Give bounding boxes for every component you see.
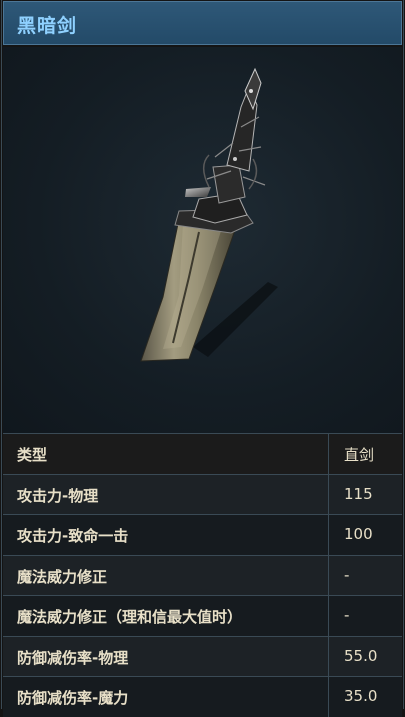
- stat-value: -: [344, 606, 350, 624]
- stat-value: 35.0: [344, 687, 378, 705]
- stat-label: 防御减伤率-魔力: [17, 689, 129, 707]
- dark-sword-icon: [140, 67, 278, 362]
- stats-table: 类型 直剑 攻击力-物理 115 攻击力-致命一击 100 魔法威力修正 - 魔…: [3, 433, 402, 717]
- stat-value: 100: [344, 525, 373, 543]
- stats-row: 防御减伤率-物理 55.0: [3, 635, 402, 676]
- stat-label: 防御减伤率-物理: [17, 648, 129, 667]
- stats-row: 攻击力-致命一击 100: [3, 514, 402, 555]
- stat-value: 直剑: [344, 446, 375, 464]
- stat-label: 魔法威力修正: [17, 567, 108, 586]
- stat-value: 115: [344, 484, 373, 503]
- stats-row: 攻击力-物理 115: [3, 473, 402, 514]
- stat-label: 攻击力-物理: [17, 486, 99, 505]
- stat-label: 魔法威力修正（理和信最大值时）: [17, 608, 243, 626]
- stats-row: 魔法威力修正（理和信最大值时） -: [3, 595, 402, 636]
- stat-label: 类型: [17, 446, 48, 464]
- stat-label: 攻击力-致命一击: [17, 527, 129, 545]
- stats-row: 魔法威力修正 -: [3, 554, 402, 595]
- item-info-panel: 黑暗剑 类型 直剑 攻击力-物理 115 攻击力-致命一击 100 魔法威力修正…: [1, 0, 404, 717]
- item-image: [3, 47, 402, 433]
- item-title: 黑暗剑: [17, 15, 78, 37]
- stats-row: 防御减伤率-魔力 35.0: [3, 676, 402, 717]
- title-bar: 黑暗剑: [3, 1, 402, 45]
- stats-row-type: 类型 直剑: [3, 433, 402, 474]
- stat-value: -: [344, 565, 350, 584]
- stat-value: 55.0: [344, 646, 378, 665]
